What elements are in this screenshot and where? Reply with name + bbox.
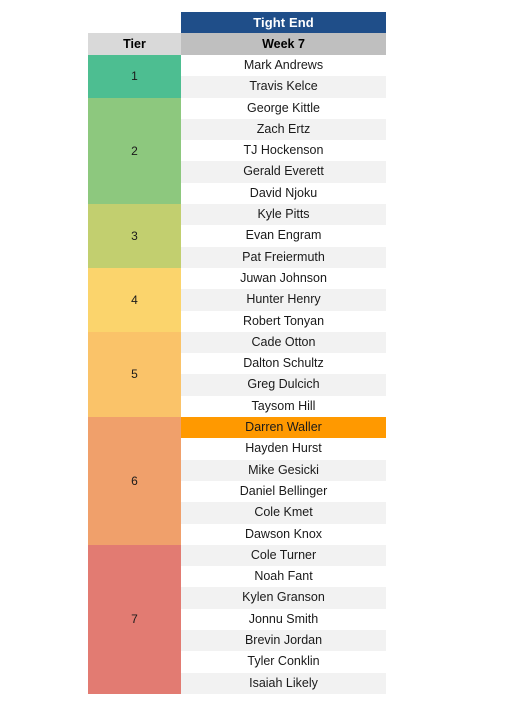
player-name[interactable]: Greg Dulcich [181,374,386,396]
table-row: 3 Kyle Pitts [88,204,386,268]
player-name-highlighted[interactable]: Darren Waller [181,417,386,439]
week-column-header: Week 7 [181,33,386,55]
tier-cell-5: 5 [88,331,181,418]
player-name[interactable]: Robert Tonyan [181,310,386,332]
tier-cell-2: 2 [88,97,181,205]
tier-table-container: Tight End Tier Week 7 1 Mark Andrews Travis K… [88,12,386,694]
player-name[interactable]: Hayden Hurst [181,438,386,460]
player-name[interactable]: TJ Hockenson [181,140,386,162]
tier-column-header: Tier [88,33,181,55]
player-name[interactable]: David Njoku [181,182,386,205]
player-name[interactable]: Isaiah Likely [181,672,386,694]
table-row: 6 Darren Waller [88,417,386,545]
player-name[interactable]: Cole Kmet [181,502,386,524]
player-name[interactable]: Zach Ertz [181,118,386,141]
player-name[interactable]: Mike Gesicki [181,459,386,481]
tier-cell-6: 6 [88,417,181,545]
player-name[interactable]: Gerald Everett [181,161,386,183]
player-name[interactable]: Travis Kelce [181,76,386,98]
position-header: Tight End [181,12,386,33]
player-name[interactable]: Pat Freiermuth [181,246,386,268]
tight-end-tier-table: Tight End Tier Week 7 1 Mark Andrews Travis K… [88,12,386,694]
tier-cell-7: 7 [88,544,181,694]
tier-cell-4: 4 [88,267,181,332]
player-name[interactable]: Jonnu Smith [181,608,386,631]
header-blank-cell [88,12,181,33]
table-row: 5 Cade Otton [88,331,386,418]
player-name[interactable]: Dalton Schultz [181,353,386,375]
player-name[interactable]: Daniel Bellinger [181,480,386,503]
player-name[interactable]: Tyler Conklin [181,651,386,673]
table-row: 1 Mark Andrews [88,55,386,98]
header-row-columns: Tier Week 7 [88,33,386,55]
player-name[interactable]: Dawson Knox [181,523,386,545]
player-name[interactable]: Cade Otton [181,331,386,354]
player-name[interactable]: Juwan Johnson [181,267,386,290]
player-name[interactable]: Kylen Granson [181,587,386,609]
player-name[interactable]: George Kittle [181,97,386,119]
player-name[interactable]: Cole Turner [181,544,386,567]
player-name[interactable]: Kyle Pitts [181,204,386,226]
player-name[interactable]: Taysom Hill [181,395,386,418]
header-row-position: Tight End [88,12,386,33]
table-row: 7 Cole Turner [88,544,386,694]
tier-cell-1: 1 [88,55,181,98]
player-name[interactable]: Evan Engram [181,225,386,247]
player-name[interactable]: Noah Fant [181,566,386,588]
tier-cell-3: 3 [88,204,181,268]
player-name[interactable]: Brevin Jordan [181,630,386,652]
player-name[interactable]: Mark Andrews [181,55,386,77]
table-row: 4 Juwan Johnson [88,267,386,332]
table-row: 2 George Kittle [88,97,386,205]
player-name[interactable]: Hunter Henry [181,289,386,311]
